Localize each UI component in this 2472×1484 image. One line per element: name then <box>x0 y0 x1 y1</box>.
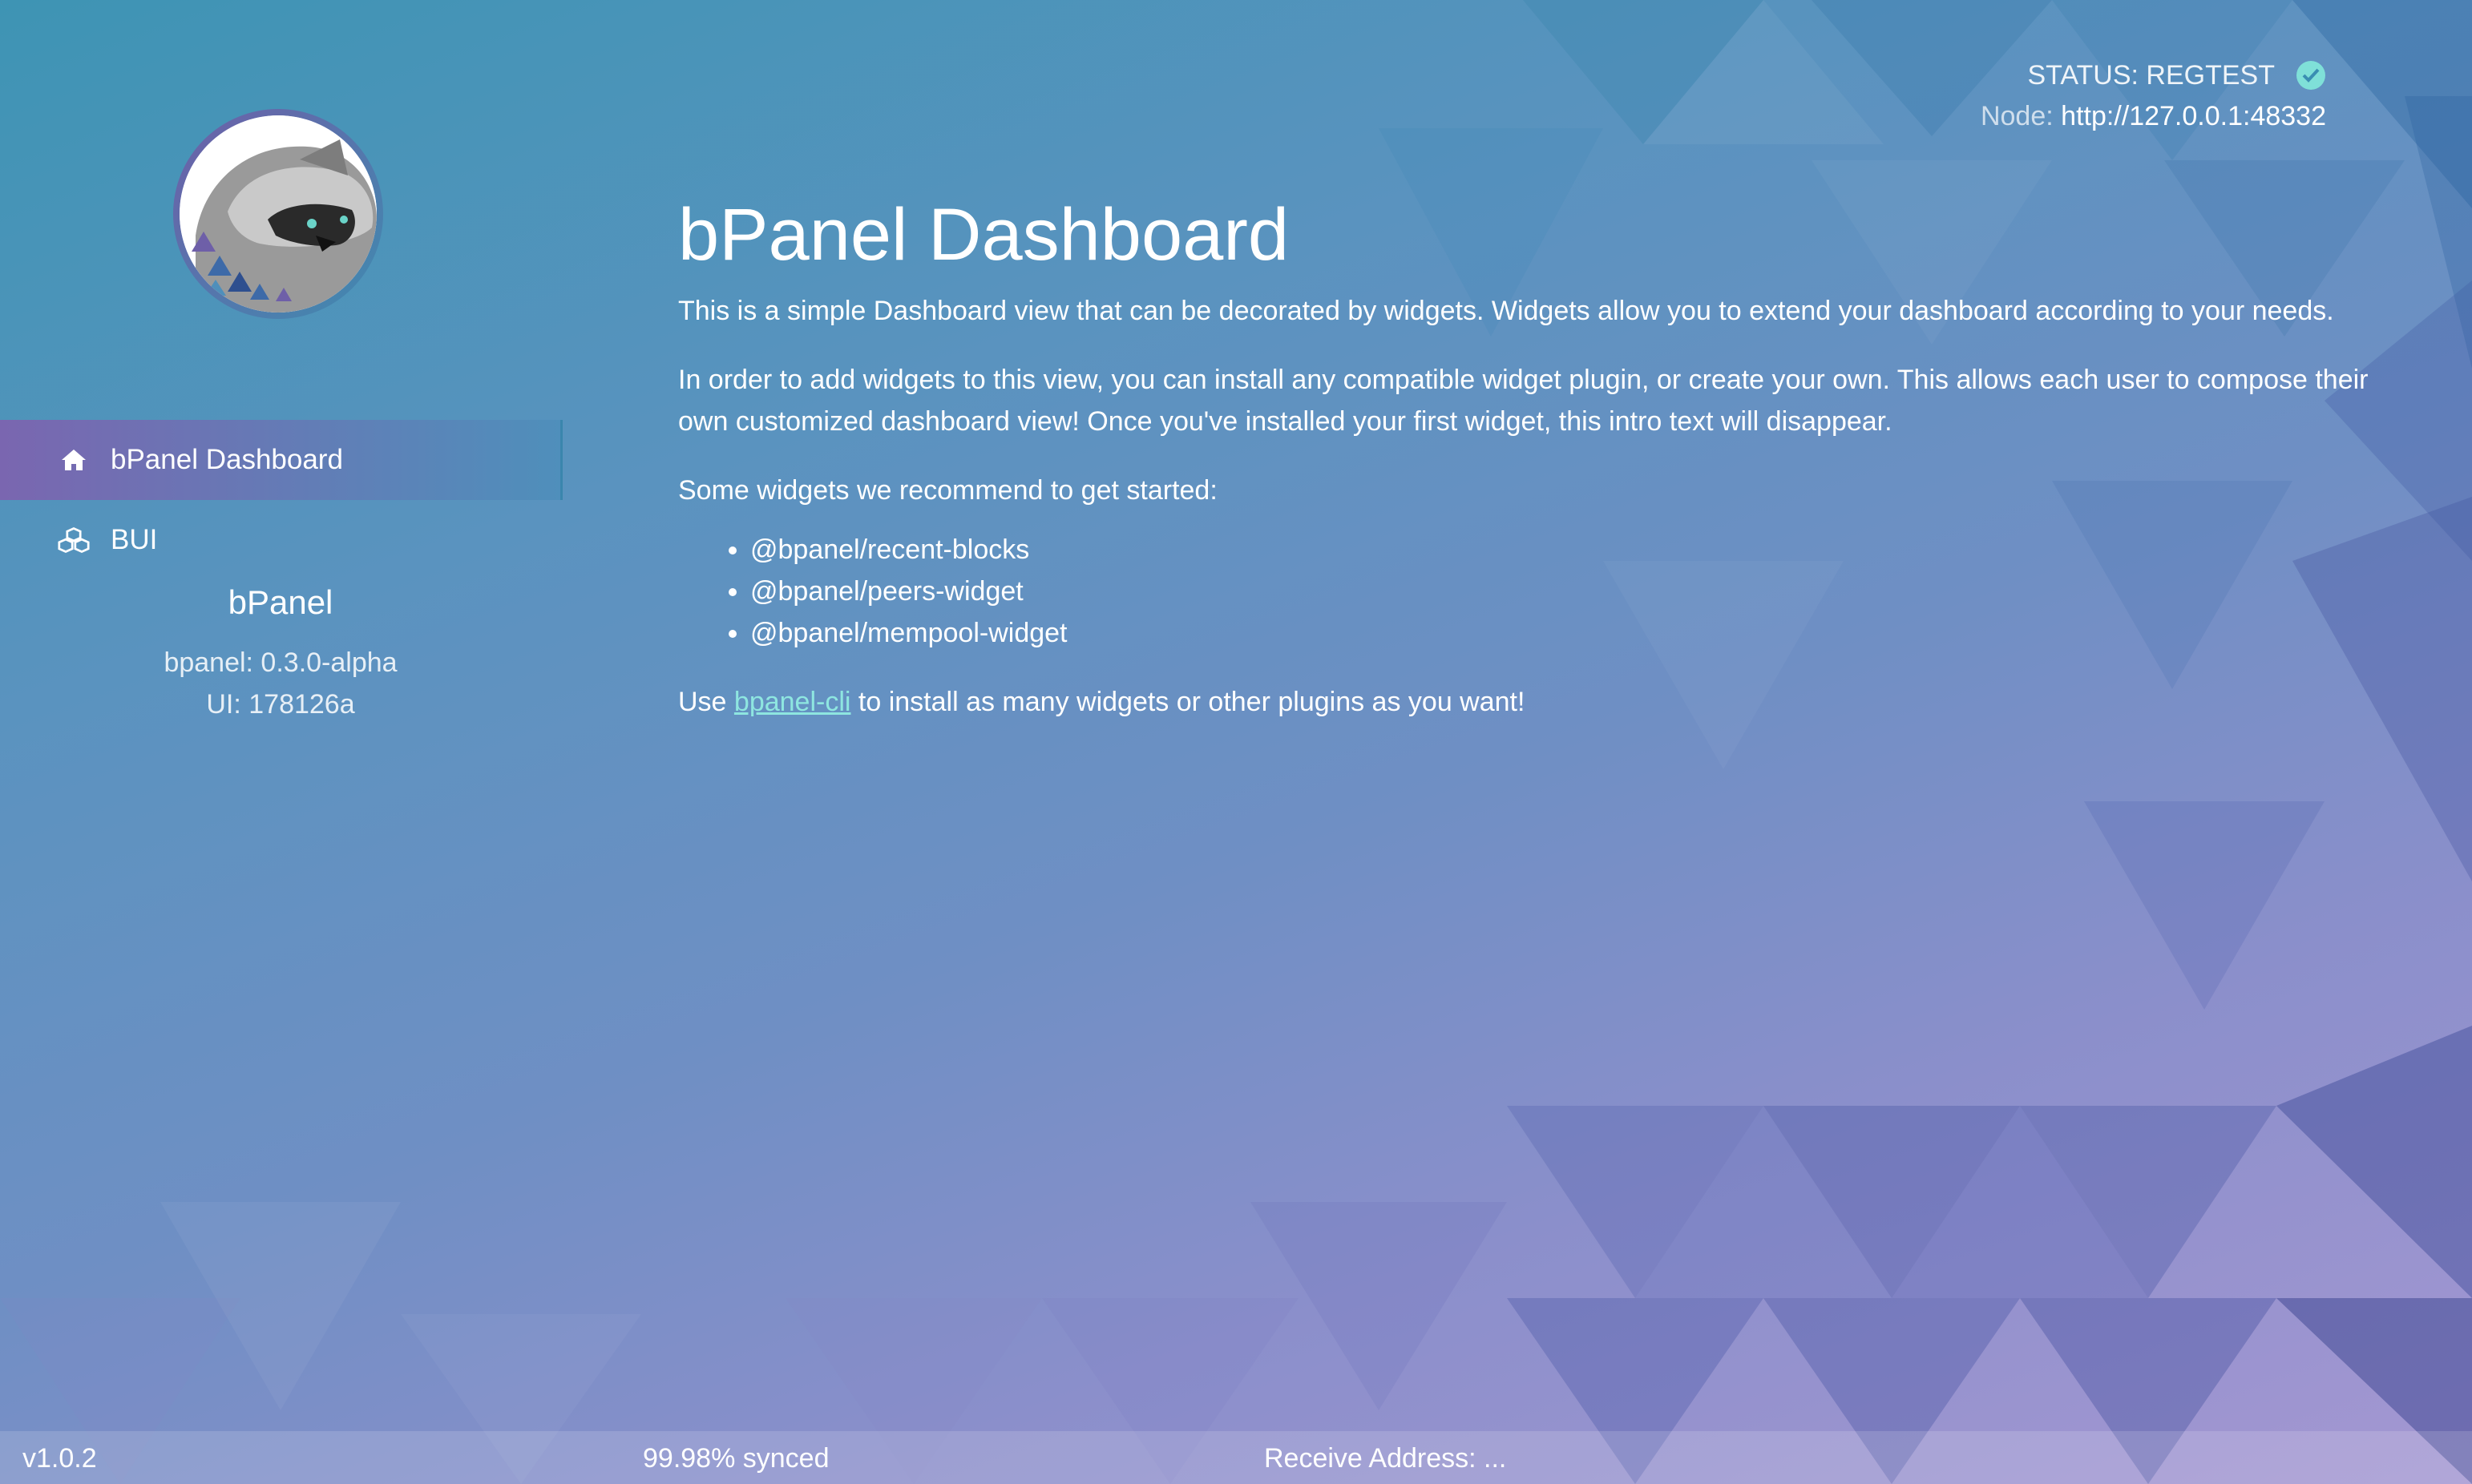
page-title: bPanel Dashboard <box>678 194 1290 276</box>
list-item: @bpanel/recent-blocks <box>750 529 2385 571</box>
intro-paragraph-2: In order to add widgets to this view, yo… <box>678 365 2369 437</box>
check-circle-icon <box>2296 60 2326 91</box>
intro-paragraph-1: This is a simple Dashboard view that can… <box>678 296 2334 326</box>
list-item: @bpanel/peers-widget <box>750 571 2385 612</box>
status-text: STATUS: REGTEST <box>2027 59 2275 91</box>
sidebar-item-dashboard[interactable]: bPanel Dashboard <box>0 420 563 500</box>
sync-status: 99.98% synced <box>643 1443 830 1474</box>
bpanel-version: bpanel: 0.3.0-alpha <box>164 647 398 678</box>
cli-suffix: to install as many widgets or other plug… <box>850 687 1525 717</box>
cli-prefix: Use <box>678 687 734 717</box>
recommend-heading: Some widgets we recommend to get started… <box>678 475 1218 506</box>
cli-paragraph: Use bpanel-cli to install as many widget… <box>678 681 2385 723</box>
raccoon-logo-icon <box>180 115 377 313</box>
bpanel-cli-link[interactable]: bpanel-cli <box>734 687 851 717</box>
sidebar-item-bui[interactable]: BUI <box>0 500 563 580</box>
node-info: Node: http://127.0.0.1:48332 <box>1981 101 2326 136</box>
node-label: Node: <box>1980 101 2062 131</box>
cubes-icon <box>58 524 90 556</box>
sidebar-item-label: bPanel Dashboard <box>111 444 343 475</box>
sidebar-item-label: BUI <box>111 524 158 555</box>
widget-list: @bpanel/recent-blocks @bpanel/peers-widg… <box>678 529 2385 654</box>
footer-bar: v1.0.2 99.98% synced Receive Address: ..… <box>0 1431 2472 1484</box>
home-icon <box>58 444 90 476</box>
ui-version: UI: 178126a <box>206 689 355 720</box>
main-content: bPanel Dashboard This is a simple Dashbo… <box>678 191 2385 750</box>
status-indicator: STATUS: REGTEST <box>1981 58 2326 93</box>
receive-address: Receive Address: ... <box>1264 1443 1507 1474</box>
sidebar: bPanel Dashboard BUI bPanel bpanel: 0.3.… <box>0 0 563 1431</box>
app-name: bPanel <box>228 583 333 621</box>
list-item: @bpanel/mempool-widget <box>750 612 2385 654</box>
node-url: http://127.0.0.1:48332 <box>2061 101 2326 131</box>
app-version: v1.0.2 <box>22 1443 97 1474</box>
logo[interactable] <box>173 109 383 319</box>
status-area: STATUS: REGTEST Node: http://127.0.0.1:4… <box>1981 58 2326 136</box>
